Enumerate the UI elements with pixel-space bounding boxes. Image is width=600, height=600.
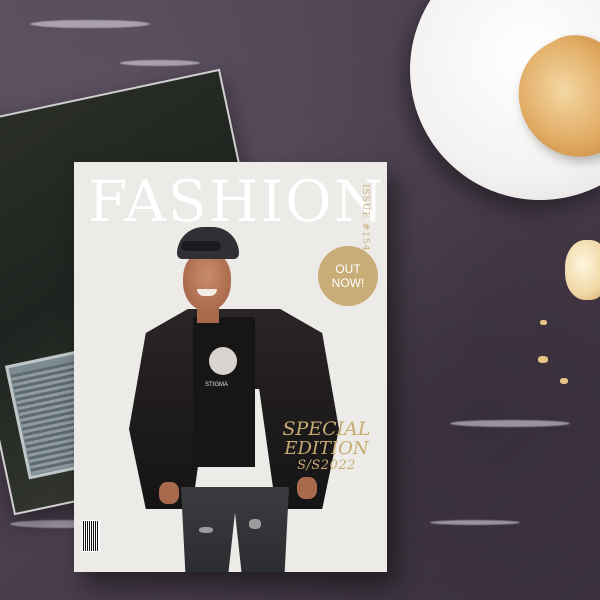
special-edition-text: SPECIAL EDITION S/S2022 xyxy=(274,418,379,473)
edition-line: EDITION xyxy=(284,437,369,459)
magazine-title: FASHION xyxy=(88,169,386,235)
issue-label: ISSUE #154 xyxy=(360,184,370,252)
t-shirt xyxy=(193,317,255,467)
magazine-cover: FASHION ISSUE #154 OUT NOW! STIGMA SPECI… xyxy=(74,162,387,572)
special-line: SPECIAL xyxy=(282,418,371,440)
jeans-rip xyxy=(249,519,261,529)
paint-streak xyxy=(450,420,570,427)
jeans xyxy=(181,487,289,572)
crumb xyxy=(560,378,568,384)
photo-scene: FASHION ISSUE #154 OUT NOW! STIGMA SPECI… xyxy=(0,0,600,600)
paint-streak xyxy=(120,60,200,66)
season-label: S/S2022 xyxy=(297,457,356,473)
face xyxy=(183,251,231,311)
barcode-icon xyxy=(82,520,100,552)
sunglasses xyxy=(181,241,221,251)
jeans-rip xyxy=(199,527,213,533)
pastry-piece xyxy=(565,240,600,300)
shirt-graphic xyxy=(209,347,237,375)
cover-model-photo: STIGMA xyxy=(129,227,344,572)
paint-streak xyxy=(30,20,150,28)
crumb xyxy=(538,356,548,363)
left-hand xyxy=(159,482,179,504)
paint-streak xyxy=(430,520,520,525)
crumb xyxy=(540,320,547,325)
right-hand xyxy=(297,477,317,499)
shirt-text: STIGMA xyxy=(205,382,229,388)
